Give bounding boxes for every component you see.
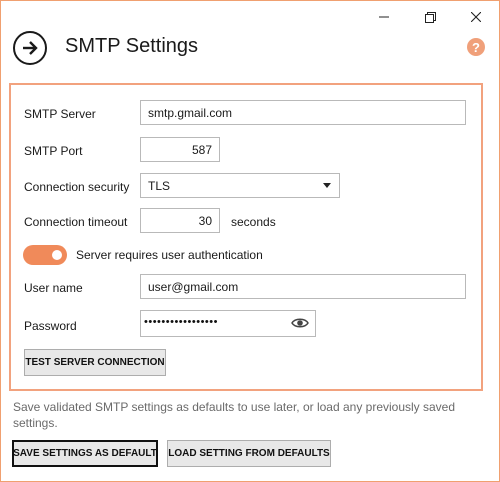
timeout-unit-label: seconds bbox=[231, 215, 276, 229]
password-input[interactable]: ••••••••••••••••• bbox=[140, 310, 316, 337]
toggle-knob bbox=[52, 250, 62, 260]
smtp-server-input[interactable]: smtp.gmail.com bbox=[140, 100, 466, 125]
user-name-input[interactable]: user@gmail.com bbox=[140, 274, 466, 299]
restore-button[interactable] bbox=[407, 1, 453, 33]
smtp-settings-window: SMTP Settings ? SMTP Server smtp.gmail.c… bbox=[0, 0, 500, 482]
connection-timeout-input[interactable]: 30 bbox=[140, 208, 220, 233]
minimize-button[interactable] bbox=[361, 1, 407, 33]
connection-security-select[interactable]: TLS bbox=[140, 173, 340, 198]
close-icon bbox=[471, 12, 481, 22]
smtp-port-label: SMTP Port bbox=[24, 144, 83, 158]
password-mask: ••••••••••••••••• bbox=[144, 316, 218, 328]
smtp-server-label: SMTP Server bbox=[24, 107, 96, 121]
auth-toggle[interactable] bbox=[23, 245, 67, 265]
save-settings-default-button[interactable]: SAVE SETTINGS AS DEFAULT bbox=[12, 440, 158, 467]
back-button[interactable] bbox=[13, 31, 47, 65]
connection-timeout-label: Connection timeout bbox=[24, 215, 128, 229]
user-name-label: User name bbox=[24, 281, 83, 295]
load-setting-defaults-button[interactable]: LOAD SETTING FROM DEFAULTS bbox=[167, 440, 331, 467]
chevron-down-icon bbox=[323, 183, 331, 188]
close-button[interactable] bbox=[453, 1, 499, 33]
eye-icon[interactable] bbox=[291, 316, 309, 330]
arrow-right-icon bbox=[23, 41, 38, 55]
smtp-port-input[interactable]: 587 bbox=[140, 137, 220, 162]
test-server-connection-button[interactable]: TEST SERVER CONNECTION bbox=[24, 349, 166, 376]
auth-toggle-label: Server requires user authentication bbox=[76, 248, 263, 262]
restore-icon bbox=[424, 11, 436, 23]
password-label: Password bbox=[24, 319, 77, 333]
defaults-info-text: Save validated SMTP settings as defaults… bbox=[13, 400, 456, 430]
smtp-settings-panel: SMTP Server smtp.gmail.com SMTP Port 587… bbox=[9, 83, 483, 391]
minimize-icon bbox=[379, 16, 389, 18]
help-icon[interactable]: ? bbox=[467, 38, 485, 56]
connection-security-value: TLS bbox=[148, 178, 171, 193]
connection-security-label: Connection security bbox=[24, 180, 130, 194]
page-title: SMTP Settings bbox=[65, 35, 199, 57]
